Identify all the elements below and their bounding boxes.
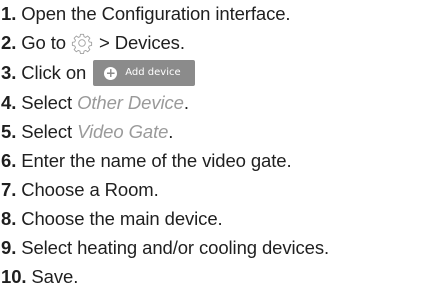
- plus-circle-icon: +: [104, 66, 118, 80]
- step-number: 8.: [1, 207, 17, 229]
- step-2: 2. Go to > Devices.: [1, 29, 185, 57]
- step-3: 3. Click on + Add device: [1, 59, 195, 87]
- add-device-label: Add device: [125, 67, 181, 78]
- step-number: 10.: [1, 265, 27, 287]
- step-text: Go to: [21, 31, 66, 53]
- step-text: Select: [21, 120, 73, 142]
- step-text: Click on: [21, 61, 87, 83]
- step-10: 10. Save.: [1, 263, 78, 291]
- step-text: > Devices.: [98, 31, 185, 53]
- step-text: .: [168, 120, 174, 142]
- step-4: 4. Select Other Device .: [1, 89, 189, 117]
- step-number: 2.: [1, 31, 17, 53]
- gear-icon: [71, 32, 93, 54]
- step-text: Select heating and/or cooling devices.: [21, 236, 330, 258]
- step-text: .: [183, 91, 189, 113]
- step-number: 1.: [1, 2, 17, 24]
- step-6: 6. Enter the name of the video gate.: [1, 147, 292, 175]
- step-number: 6.: [1, 149, 17, 171]
- step-7: 7. Choose a Room.: [1, 176, 159, 204]
- step-number: 3.: [1, 61, 17, 83]
- step-text: Open the Configuration interface.: [21, 2, 291, 24]
- step-number: 7.: [1, 178, 17, 200]
- step-5: 5. Select Video Gate .: [1, 118, 173, 146]
- step-text: Save.: [31, 265, 79, 287]
- step-number: 9.: [1, 236, 17, 258]
- option-video-gate: Video Gate: [77, 120, 169, 142]
- step-number: 5.: [1, 120, 17, 142]
- step-number: 4.: [1, 91, 17, 113]
- step-text: Choose a Room.: [21, 178, 159, 200]
- step-text: Select: [21, 91, 73, 113]
- step-8: 8. Choose the main device.: [1, 205, 223, 233]
- step-1: 1. Open the Configuration interface.: [1, 0, 291, 28]
- step-text: Choose the main device.: [21, 207, 223, 229]
- add-device-button[interactable]: + Add device: [93, 60, 195, 86]
- step-text: Enter the name of the video gate.: [21, 149, 292, 171]
- step-9: 9. Select heating and/or cooling devices…: [1, 234, 329, 262]
- option-other-device: Other Device: [77, 91, 184, 113]
- instruction-steps: 1. Open the Configuration interface. 2. …: [0, 0, 429, 302]
